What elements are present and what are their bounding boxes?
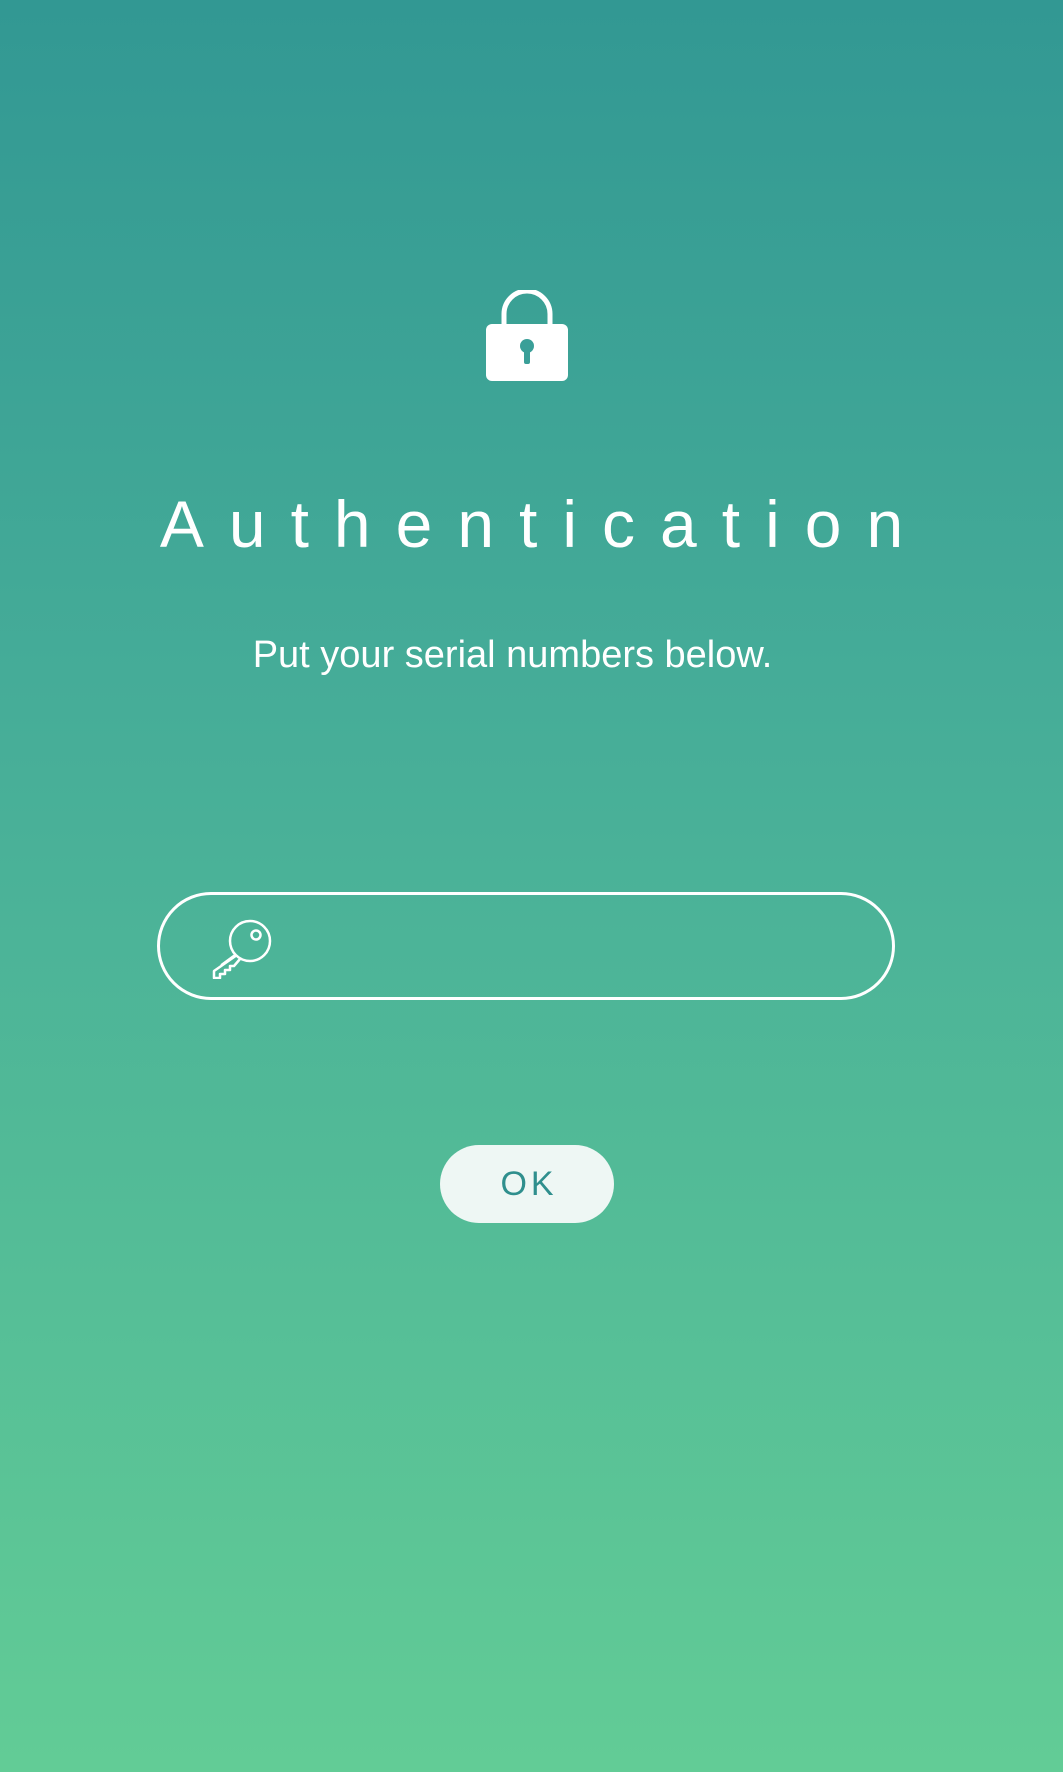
serial-number-field[interactable] (157, 892, 895, 1000)
authentication-screen: Authentication Put your serial numbers b… (0, 0, 1063, 1772)
key-icon (212, 919, 272, 979)
instruction-text: Put your serial numbers below. (252, 634, 773, 676)
page-title: Authentication (159, 487, 929, 561)
lock-icon (486, 290, 568, 381)
serial-number-input[interactable] (296, 913, 856, 979)
ok-button[interactable]: OK (440, 1145, 614, 1223)
